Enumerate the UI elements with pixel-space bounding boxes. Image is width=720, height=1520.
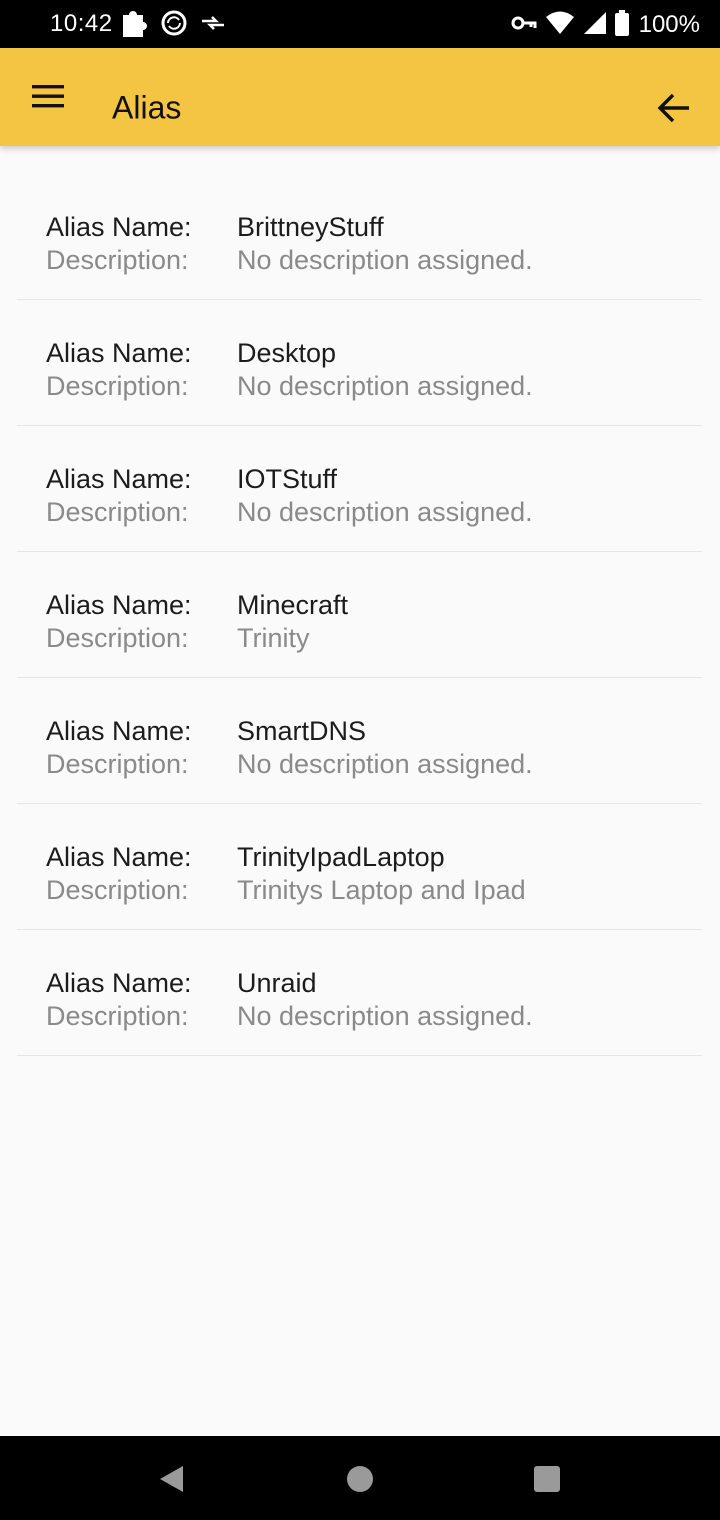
battery-icon [614, 9, 629, 41]
puzzle-icon [120, 8, 148, 43]
description-label: Description: [46, 497, 189, 527]
alias-item[interactable]: Alias Name: Minecraft Description: Trinity [17, 552, 702, 678]
description-label: Description: [46, 749, 189, 779]
battery-percent: 100% [638, 11, 700, 38]
description-label: Description: [46, 245, 189, 275]
system-nav-bar [0, 1436, 720, 1520]
page-title: Alias [112, 89, 182, 126]
status-right-icons: 100% [511, 9, 700, 41]
description-label: Description: [46, 875, 189, 905]
description-value: No description assigned. [237, 749, 533, 779]
nav-back-icon [156, 1466, 186, 1498]
description-value: Trinity [237, 623, 310, 653]
nav-recents-button[interactable] [532, 1464, 562, 1494]
sync-cloud-icon [160, 9, 188, 42]
description-value: No description assigned. [237, 1001, 533, 1031]
wifi-icon [545, 10, 575, 41]
arrow-back-icon [656, 93, 692, 130]
data-transfer-icon [200, 13, 226, 38]
alias-item[interactable]: Alias Name: BrittneyStuff Description: No … [17, 174, 702, 300]
alias-item[interactable]: Alias Name: Desktop Description: No descri… [17, 300, 702, 426]
nav-back-button[interactable] [156, 1464, 186, 1494]
alias-name-value: SmartDNS [237, 716, 367, 746]
nav-home-icon [345, 1466, 375, 1498]
nav-recents-icon [532, 1466, 562, 1498]
description-value: No description assigned. [237, 497, 533, 527]
alias-item[interactable]: Alias Name: Unraid Description: No descrip… [17, 930, 702, 1056]
alias-name-label: Alias Name: [46, 968, 192, 998]
description-value: No description assigned. [237, 245, 533, 275]
alias-item[interactable]: Alias Name: TrinityIpadLaptop Description… [17, 804, 702, 930]
status-time: 10:42 [50, 10, 113, 37]
alias-name-value: Unraid [237, 968, 317, 998]
cell-signal-icon [583, 11, 607, 40]
description-label: Description: [46, 371, 189, 401]
nav-home-button[interactable] [345, 1464, 375, 1494]
alias-name-value: IOTStuff [237, 464, 338, 494]
vpn-key-icon [511, 13, 537, 38]
alias-name-label: Alias Name: [46, 338, 192, 368]
alias-name-value: BrittneyStuff [237, 212, 384, 242]
alias-name-value: Desktop [237, 338, 337, 368]
alias-name-value: TrinityIpadLaptop [237, 842, 445, 872]
alias-name-value: Minecraft [237, 590, 349, 620]
status-bar: 10:42 100% [0, 0, 720, 48]
description-value: Trinitys Laptop and Ipad [237, 875, 526, 905]
status-left-icons [120, 10, 226, 40]
description-value: No description assigned. [237, 371, 533, 401]
menu-button[interactable] [24, 81, 74, 113]
back-button[interactable] [656, 90, 692, 126]
app-toolbar: Alias [0, 48, 720, 146]
alias-name-label: Alias Name: [46, 464, 192, 494]
alias-name-label: Alias Name: [46, 716, 192, 746]
alias-name-label: Alias Name: [46, 842, 192, 872]
alias-list: Alias Name: BrittneyStuff Description: No … [0, 174, 720, 1056]
alias-item[interactable]: Alias Name: IOTStuff Description: No descr… [17, 426, 702, 552]
description-label: Description: [46, 1001, 189, 1031]
alias-name-label: Alias Name: [46, 590, 192, 620]
alias-name-label: Alias Name: [46, 212, 192, 242]
description-label: Description: [46, 623, 189, 653]
alias-item[interactable]: Alias Name: SmartDNS Description: No descr… [17, 678, 702, 804]
